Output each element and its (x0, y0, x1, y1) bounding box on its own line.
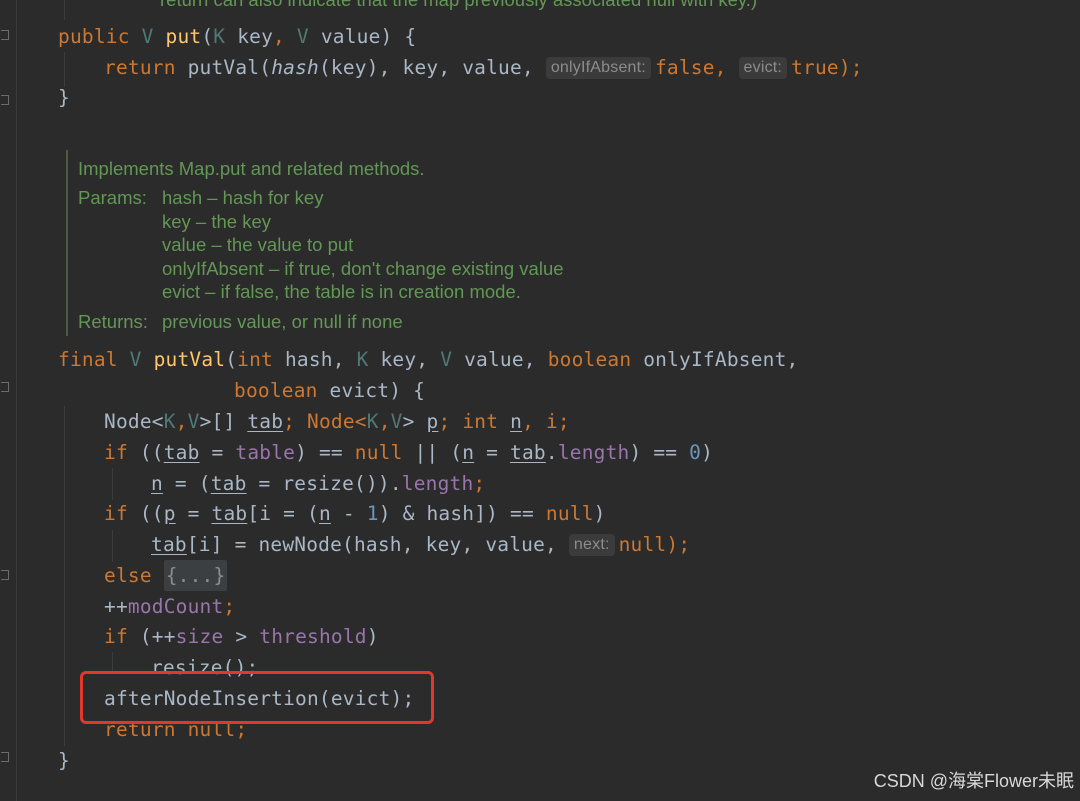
doc-summary: Implements Map.put and related methods. (78, 158, 425, 179)
keyword: boolean (234, 379, 318, 402)
type-param: V (141, 25, 154, 48)
param: key (237, 25, 274, 48)
code-line-new-node: tab[i] = newNode(hash, key, value, next:… (151, 533, 691, 556)
method-name[interactable]: putVal (154, 348, 226, 371)
doc-param: key – the key (162, 211, 272, 232)
param: key, (380, 348, 441, 371)
var-n[interactable]: n (510, 410, 522, 433)
keyword: public (58, 25, 130, 48)
doc-returns: previous value, or null if none (162, 311, 403, 332)
param: onlyIfAbsent, (643, 348, 799, 371)
doc-param: value – the value to put (162, 234, 354, 255)
doc-returns-label: Returns: (78, 311, 148, 332)
param-hint: next: (568, 534, 615, 556)
fold-marker-icon[interactable] (1, 382, 9, 392)
keyword: final (58, 348, 118, 371)
code-line-if-threshold: if (++size > threshold) (104, 625, 379, 648)
punct: ) { (380, 25, 417, 48)
keyword: int (237, 348, 273, 371)
doc-comment-bar (66, 150, 68, 336)
code-line-put-close: } (58, 86, 70, 109)
code-line-putval-close: } (58, 749, 70, 772)
type-param: K (356, 348, 369, 371)
indent-guide (112, 530, 113, 562)
param-hint: evict: (738, 57, 788, 79)
punct: ( (225, 348, 238, 371)
keyword: return (104, 56, 176, 79)
punct: , (714, 56, 739, 79)
indent-guide (64, 0, 65, 20)
code-line-if-table: if ((tab = table) == null || (n = tab.le… (104, 441, 714, 464)
code-line-modcount: ++modCount; (104, 595, 236, 618)
doc-fragment: return can also indicate that the map pr… (160, 0, 757, 12)
var-p[interactable]: p (427, 410, 439, 433)
fold-marker-icon[interactable] (1, 752, 9, 762)
keyword: boolean (547, 348, 632, 371)
type-param: K (213, 25, 226, 48)
call[interactable]: putVal( (188, 56, 272, 79)
code-line-put-body: return putVal(hash(key), key, value, onl… (104, 52, 863, 83)
param-hint: onlyIfAbsent: (545, 57, 651, 79)
editor-gutter (0, 0, 18, 801)
param: hash, (284, 348, 357, 371)
var-tab[interactable]: tab (247, 410, 283, 433)
indent-guide (112, 468, 113, 500)
doc-param: evict – if false, the table is in creati… (162, 281, 521, 302)
code-line-putval-signature: final V putVal(int hash, K key, V value,… (58, 344, 798, 375)
fold-marker-icon[interactable] (1, 570, 9, 580)
code-line-if-bucket: if ((p = tab[i = (n - 1) & hash]) == nul… (104, 502, 606, 525)
punct: , (273, 25, 285, 48)
code-line-else: else {...} (104, 560, 228, 591)
code-line-resize-assign: n = (tab = resize()).length; (151, 472, 486, 495)
doc-params-label: Params: (78, 187, 147, 208)
type-param: V (440, 348, 453, 371)
code-line-decl: Node<K,V>[] tab; Node<K,V> p; int n, i; (104, 410, 570, 433)
param: value, (464, 348, 548, 371)
literal: false (654, 56, 715, 79)
indent-guide (64, 406, 65, 746)
call[interactable]: hash (271, 56, 319, 79)
punct: ( (201, 25, 214, 48)
code-line-putval-signature-cont: boolean evict) { (234, 375, 425, 406)
fold-marker-icon[interactable] (1, 30, 9, 40)
watermark: CSDN @海棠Flower未眠 (873, 771, 1074, 791)
fold-marker-icon[interactable] (1, 95, 9, 105)
gutter-divider (16, 0, 17, 801)
param: evict) { (329, 379, 426, 402)
method-name[interactable]: put (166, 25, 202, 48)
punct: ); (838, 56, 863, 79)
literal: true (791, 56, 839, 79)
code-line-put-signature: public V put(K key, V value) { (58, 21, 416, 52)
doc-param: hash – hash for key (162, 187, 324, 208)
indent-guide (112, 652, 113, 672)
highlight-annotation-box (80, 671, 434, 724)
folded-block[interactable]: {...} (163, 560, 228, 591)
type-param: V (296, 25, 309, 48)
args: (key), key, value, (318, 56, 546, 79)
doc-param: onlyIfAbsent – if true, don't change exi… (162, 258, 564, 279)
param: value (320, 25, 381, 48)
type-param: V (129, 348, 142, 371)
